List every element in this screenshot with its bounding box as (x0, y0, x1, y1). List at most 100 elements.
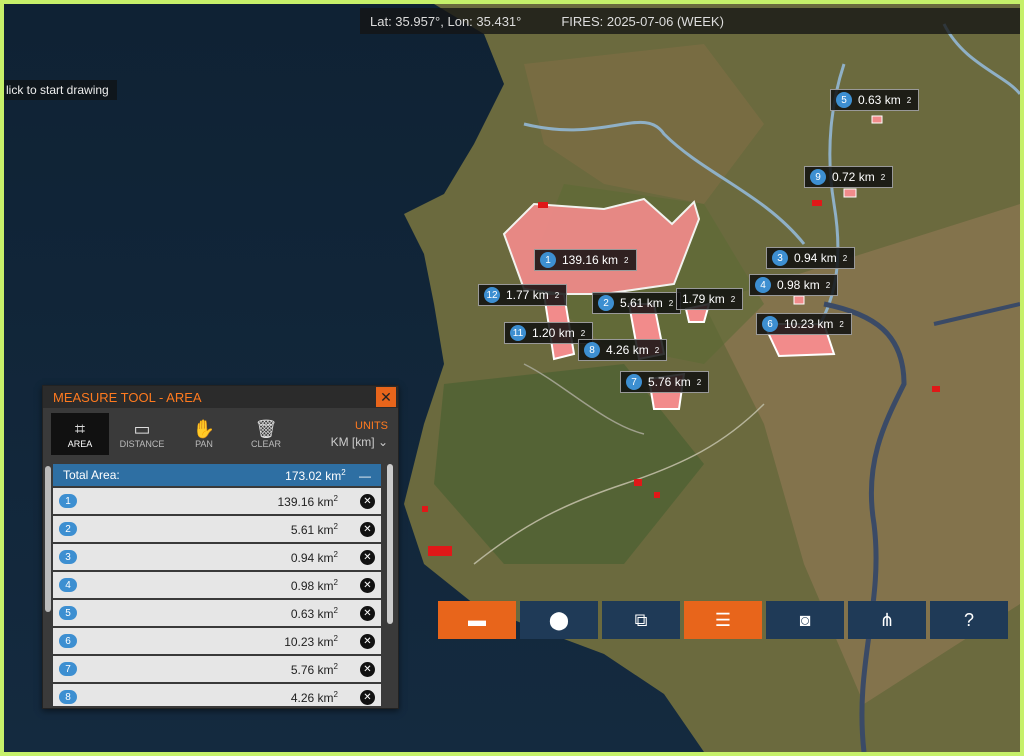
area-value: 10.23 km (784, 317, 834, 331)
remove-icon[interactable]: ✕ (360, 633, 375, 649)
area-value: 0.72 km (832, 170, 875, 184)
settings-button[interactable]: ☰ (684, 601, 762, 639)
ruler-icon: ▬ (468, 609, 486, 630)
list-item[interactable]: 2 5.61 km2 ✕ (53, 516, 381, 542)
area-value: 139.16 km (562, 253, 619, 267)
remove-icon[interactable]: ✕ (360, 493, 375, 509)
remove-icon[interactable]: ✕ (360, 577, 375, 593)
list-item[interactable]: 7 5.76 km2 ✕ (53, 656, 381, 682)
list-item[interactable]: 5 0.63 km2 ✕ (53, 600, 381, 626)
area-number-badge: 1 (540, 252, 556, 268)
area-tool-button[interactable]: ⌗ AREA (51, 413, 109, 455)
list-item[interactable]: 6 10.23 km2 ✕ (53, 628, 381, 654)
superscript-2: 2 (333, 605, 338, 615)
panel-header: MEASURE TOOL - AREA ✕ (43, 386, 398, 408)
area-number-badge: 7 (59, 662, 77, 676)
units-label: UNITS (355, 419, 388, 432)
tool-label: AREA (67, 439, 93, 449)
superscript-2: 2 (333, 549, 338, 559)
superscript-2: 2 (668, 298, 674, 308)
area-value: 5.76 km (290, 662, 334, 677)
screenshot-button[interactable]: ◙ (766, 601, 844, 639)
superscript-2: 2 (333, 577, 338, 587)
area-value: 1.20 km (532, 326, 575, 340)
tool-row: ⌗ AREA ▭ DISTANCE ✋ PAN 🗑 CLEAR UNITS KM… (43, 408, 398, 460)
area-number-badge: 3 (59, 550, 77, 564)
distance-tool-button[interactable]: ▭ DISTANCE (113, 413, 171, 455)
area-label[interactable]: 1 139.16 km 2 (534, 249, 637, 271)
area-number-badge: 1 (59, 494, 77, 508)
area-value: 0.98 km (777, 278, 820, 292)
area-label[interactable]: 3 0.94 km 2 (766, 247, 856, 269)
area-value: 10.23 km (284, 634, 334, 649)
area-value: 4.26 km (290, 690, 334, 705)
layers-button[interactable]: ⧉ (602, 601, 680, 639)
close-button[interactable]: ✕ (376, 387, 396, 407)
superscript-2: 2 (580, 328, 586, 338)
area-number-badge: 7 (626, 374, 642, 390)
superscript-2: 2 (333, 493, 338, 503)
area-number-badge: 8 (584, 342, 600, 358)
tool-label: CLEAR (250, 439, 281, 449)
area-value: 0.94 km (794, 251, 837, 265)
area-label[interactable]: 5 0.63 km 2 (830, 89, 920, 111)
share-icon: ⋔ (879, 609, 895, 630)
area-value: 5.61 km (620, 296, 663, 310)
list-scrollbar[interactable] (387, 464, 393, 624)
area-label[interactable]: 8 4.26 km 2 (578, 339, 668, 361)
area-number-badge: 11 (510, 325, 526, 341)
remove-icon[interactable]: ✕ (360, 521, 375, 537)
area-value: 5.61 km (290, 522, 334, 537)
area-label[interactable]: 2 5.61 km 2 (592, 292, 682, 314)
left-scrollbar[interactable] (45, 466, 51, 612)
superscript-2: 2 (880, 172, 886, 182)
satellite-map[interactable]: Lat: 35.957°, Lon: 35.431° FIRES: 2025-0… (4, 4, 1020, 752)
measure-tool-panel: MEASURE TOOL - AREA ✕ ⌗ AREA ▭ DISTANCE … (42, 385, 399, 709)
marker-button[interactable]: ⬤ (520, 601, 598, 639)
total-label: Total Area: (63, 468, 120, 482)
area-number-badge: 2 (59, 522, 77, 536)
area-label[interactable]: 1.79 km 2 (676, 288, 744, 310)
list-item[interactable]: 8 4.26 km2 ✕ (53, 684, 381, 706)
area-label[interactable]: 7 5.76 km 2 (620, 371, 710, 393)
measure-button[interactable]: ▬ (438, 601, 516, 639)
area-label[interactable]: 12 1.77 km 2 (478, 284, 568, 306)
total-value: 173.02 km (285, 468, 342, 483)
camera-icon: ◙ (799, 609, 811, 630)
area-value: 5.76 km (648, 375, 691, 389)
area-label[interactable]: 4 0.98 km 2 (749, 274, 839, 296)
help-button[interactable]: ? (930, 601, 1008, 639)
collapse-icon[interactable]: — (359, 469, 371, 483)
remove-icon[interactable]: ✕ (360, 549, 375, 565)
copy-icon: ⧉ (634, 609, 648, 630)
area-value: 0.98 km (290, 578, 334, 593)
superscript-2: 2 (906, 95, 912, 105)
tool-label: DISTANCE (119, 439, 165, 449)
location-pin-icon: ⬤ (548, 609, 570, 630)
area-number-badge: 4 (755, 277, 771, 293)
area-label[interactable]: 9 0.72 km 2 (804, 166, 894, 188)
area-number-badge: 3 (772, 250, 788, 266)
area-value: 0.63 km (858, 93, 901, 107)
tool-label: PAN (195, 439, 213, 449)
clear-tool-button[interactable]: 🗑 CLEAR (237, 413, 295, 455)
area-label[interactable]: 6 10.23 km 2 (756, 313, 852, 335)
area-list: 1 139.16 km2 ✕ 2 5.61 km2 ✕ 3 0.94 km2 ✕ 4 0.98… (53, 488, 381, 706)
superscript-2: 2 (341, 467, 346, 477)
area-value: 1.79 km (682, 292, 725, 306)
list-item[interactable]: 1 139.16 km2 ✕ (53, 488, 381, 514)
hand-icon: ✋ (192, 419, 216, 439)
superscript-2: 2 (839, 319, 844, 329)
area-value: 4.26 km (606, 343, 649, 357)
remove-icon[interactable]: ✕ (360, 689, 375, 705)
units-value: KM [km] (330, 434, 375, 449)
list-item[interactable]: 4 0.98 km2 ✕ (53, 572, 381, 598)
pan-tool-button[interactable]: ✋ PAN (175, 413, 233, 455)
remove-icon[interactable]: ✕ (360, 661, 375, 677)
list-item[interactable]: 3 0.94 km2 ✕ (53, 544, 381, 570)
draw-hint: lick to start drawing (4, 80, 117, 100)
units-select[interactable]: UNITS KM [km] ⌄ (331, 420, 388, 449)
share-button[interactable]: ⋔ (848, 601, 926, 639)
remove-icon[interactable]: ✕ (360, 605, 375, 621)
superscript-2: 2 (333, 633, 338, 643)
